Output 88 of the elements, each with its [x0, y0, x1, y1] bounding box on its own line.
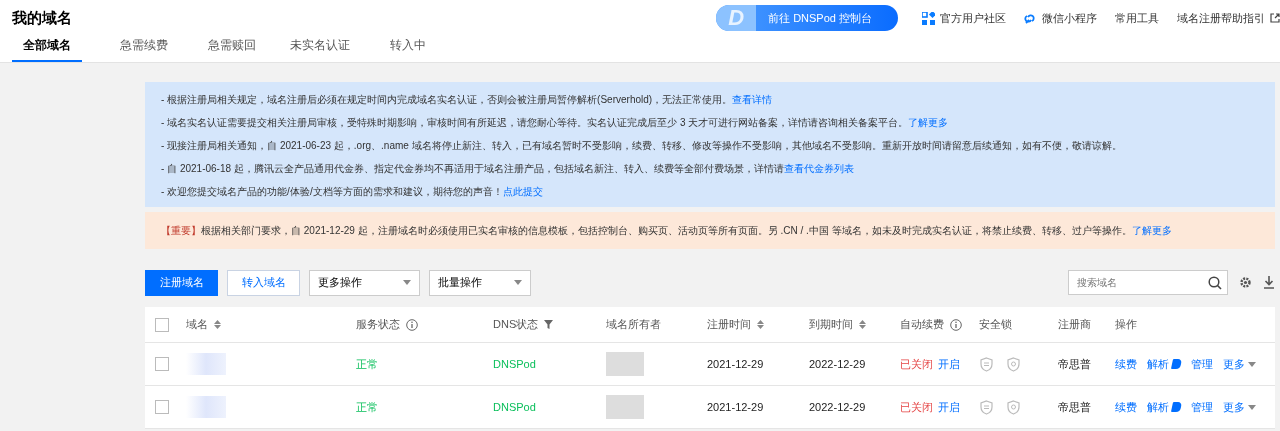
search-icon	[1208, 276, 1222, 290]
filter-icon[interactable]	[544, 320, 554, 329]
table-cell: 正常	[356, 356, 378, 372]
enable-link[interactable]: 开启	[938, 399, 960, 415]
column-header: 安全锁	[979, 317, 1012, 332]
column-header: 自动续费	[900, 317, 944, 332]
table-cell: 帝思普	[1058, 399, 1091, 415]
action-link[interactable]: 解析	[1147, 399, 1181, 415]
dnspod-logo-icon	[1170, 359, 1183, 369]
table-cell: 2021-12-29	[707, 358, 764, 370]
dropdown-button[interactable]: 更多操作	[309, 269, 420, 296]
enable-link[interactable]: 开启	[938, 356, 960, 372]
caret-icon	[1248, 404, 1256, 410]
download-icon[interactable]	[1263, 276, 1275, 289]
select-all-checkbox[interactable]	[155, 317, 169, 332]
column-header: 域名	[186, 317, 208, 332]
table-cell: 帝思普	[1058, 356, 1091, 372]
important-notice-text: 【重要】根据相关部门要求，自 2021-12-29 起，注册域名时必须使用已实名审核的信息模板，包括控制台、购买页、活动页等所有页面。另 .CN / .中国 等域名，如未及时完成实名认证，将禁止续费、转移、过户等操作。了解更多	[161, 224, 1173, 238]
column-header: DNS状态	[493, 317, 539, 332]
tab[interactable]: 未实名认证	[276, 36, 364, 62]
notice-link[interactable]: 点此提交	[502, 186, 543, 197]
info-icon[interactable]	[406, 318, 418, 331]
external-link-icon	[1270, 13, 1280, 23]
table-cell: 2021-12-29	[707, 401, 764, 413]
caret-icon	[1248, 361, 1256, 367]
search-field[interactable]: 搜索域名	[1068, 270, 1228, 295]
notice-link[interactable]: 查看代金券列表	[783, 163, 854, 174]
notice-text: - 现接注册局相关通知，自 2021-06-23 起，.org、.name 域名将停止新注、转入，已有域名暂时不受影响，续费、转移、修改等操作不受影响，其他域名不受影响。重新开放时间请留意后续通知，如有不便，敬请谅解。	[161, 139, 1123, 153]
notice-text: - 欢迎您提交域名产品的功能/体验/文档等方面的需求和建议，期待您的声音！点此提交	[161, 185, 544, 199]
row-checkbox[interactable]	[155, 400, 169, 414]
table-cell: DNSPod	[493, 358, 536, 370]
sort-icon[interactable]	[859, 320, 866, 329]
dropdown-button[interactable]: 批量操作	[429, 269, 531, 296]
blurred-placeholder	[606, 352, 644, 376]
action-link[interactable]: 更多	[1223, 399, 1256, 415]
dnspod-console-button[interactable]: D 前往 DNSPod 控制台	[716, 5, 898, 31]
column-header: 注册时间	[707, 317, 751, 332]
transfer-domain-button[interactable]: 转入域名	[227, 269, 300, 296]
header-link[interactable]: 域名注册帮助指引	[1177, 10, 1280, 26]
action-link[interactable]: 续费	[1115, 356, 1137, 372]
column-header: 域名所有者	[606, 317, 661, 332]
blurred-placeholder	[186, 353, 226, 375]
column-header: 到期时间	[809, 317, 853, 332]
tab[interactable]: 急需续费	[100, 36, 188, 62]
header-link[interactable]: 常用工具	[1115, 10, 1159, 26]
shield-icon[interactable]	[1006, 356, 1021, 372]
header-link[interactable]: 官方用户社区	[922, 10, 1006, 26]
blurred-placeholder	[186, 396, 226, 418]
caret-icon	[403, 280, 411, 285]
table-cell: 已关闭	[900, 356, 933, 372]
column-header: 注册商	[1058, 317, 1091, 332]
sort-icon[interactable]	[214, 320, 221, 329]
learn-more-link[interactable]: 了解更多	[1131, 225, 1172, 236]
info-icon[interactable]	[950, 318, 962, 331]
notice-link[interactable]: 查看详情	[732, 94, 773, 105]
dnspod-logo-icon	[1170, 402, 1183, 412]
table-cell: 2022-12-29	[809, 358, 866, 370]
lock-shield-icon[interactable]	[979, 399, 994, 415]
tab[interactable]: 全部域名	[12, 36, 82, 62]
table-cell: 2022-12-29	[809, 401, 866, 413]
row-checkbox[interactable]	[155, 357, 169, 371]
header-link[interactable]: 微信小程序	[1024, 10, 1097, 26]
table-cell: DNSPod	[493, 401, 536, 413]
action-link[interactable]: 更多	[1223, 356, 1256, 372]
link-icon	[1024, 11, 1037, 25]
table-cell: 正常	[356, 399, 378, 415]
column-header: 服务状态	[356, 317, 400, 332]
tab[interactable]: 急需赎回	[188, 36, 276, 62]
notice-text: - 自 2021-06-18 起，腾讯云全产品通用代金券、指定代金券均不再适用于域名注册产品，包括域名新注、转入、续费等全部付费场景，详情请查看代金券列表	[161, 162, 855, 176]
table-cell: 已关闭	[900, 399, 933, 415]
action-link[interactable]: 管理	[1191, 356, 1213, 372]
page-title: 我的域名	[12, 8, 72, 28]
tab[interactable]: 转入中	[364, 36, 452, 62]
action-link[interactable]: 管理	[1191, 399, 1213, 415]
notice-text: - 根据注册局相关规定，域名注册后必须在规定时间内完成域名实名认证，否则会被注册局暂停解析(Serverhold)，无法正常使用。查看详情	[161, 93, 774, 107]
settings-icon[interactable]	[1239, 276, 1252, 289]
blurred-placeholder	[606, 395, 644, 419]
notice-text: - 域名实名认证需要提交相关注册局审核，受特殊时期影响，审核时间有所延迟，请您耐心等待。实名认证完成后至少 3 天才可进行网站备案，详情请咨询相关备案平台。了解更多	[161, 116, 950, 130]
shield-icon[interactable]	[1006, 399, 1021, 415]
notice-link[interactable]: 了解更多	[908, 117, 949, 128]
action-link[interactable]: 续费	[1115, 399, 1137, 415]
action-link[interactable]: 解析	[1147, 356, 1181, 372]
sort-icon[interactable]	[757, 320, 764, 329]
grid-icon	[922, 11, 935, 25]
lock-shield-icon[interactable]	[979, 356, 994, 372]
register-domain-button[interactable]: 注册域名	[145, 269, 218, 296]
column-header: 操作	[1115, 317, 1137, 332]
caret-icon	[514, 280, 522, 285]
